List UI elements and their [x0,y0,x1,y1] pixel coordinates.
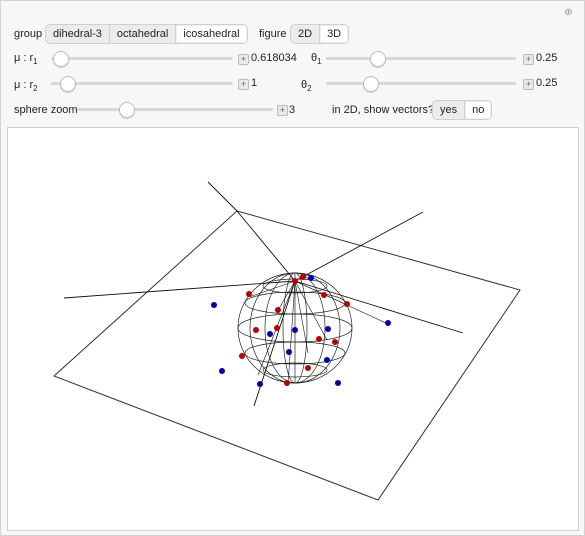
base-plane [53,210,521,501]
mu-r2-slider[interactable] [51,76,233,92]
blue-point [219,368,225,374]
figure-label: figure [259,28,287,40]
sphere-zoom-value: 3 [289,104,296,116]
red-point [274,325,280,331]
mu-r1-slider-thumb[interactable] [53,51,70,67]
mu-r2-label: μ : r2 [14,79,38,94]
manipulate-panel: ⊕ group dihedral-3 octahedral icosahedra… [0,0,585,536]
red-point [239,353,245,359]
show-vectors-selector: yes no [432,100,493,120]
figure-option-3d[interactable]: 3D [320,25,349,43]
figure-selector: 2D 3D [290,24,350,44]
blue-point [324,357,330,363]
mu-r1-label: μ : r1 [14,52,38,67]
red-point [332,339,338,345]
blue-point [211,302,217,308]
red-point [305,365,311,371]
mu-r2-value: 1 [251,77,258,89]
theta1-label: θ1 [311,52,322,67]
group-option-icosahedral[interactable]: icosahedral [176,25,247,43]
group-label: group [14,28,43,40]
theta2-plus-icon[interactable]: + [523,79,534,90]
show-vectors-label: in 2D, show vectors? [332,104,435,116]
sphere-zoom-plus-icon[interactable]: + [277,105,288,116]
theta1-plus-icon[interactable]: + [523,54,534,65]
group-selector: dihedral-3 octahedral icosahedral [45,24,248,44]
mu-r1-plus-icon[interactable]: + [238,54,249,65]
theta2-slider-thumb[interactable] [362,76,379,92]
mu-r2-plus-icon[interactable]: + [238,79,249,90]
sphere-zoom-label: sphere zoom [14,104,78,116]
blue-point [325,326,331,332]
red-point [292,278,298,284]
blue-point [257,381,263,387]
sphere-zoom-slider-thumb[interactable] [119,102,135,118]
blue-point [385,320,391,326]
theta2-value: 0.25 [536,77,558,89]
red-point [321,292,327,298]
reset-icon[interactable]: ⊕ [563,7,574,18]
3d-figure-svg[interactable] [8,128,578,530]
blue-point [292,327,298,333]
theta1-value: 0.25 [536,52,558,64]
red-point [246,291,252,297]
red-point [253,327,259,333]
figure-option-2d[interactable]: 2D [291,25,321,43]
mu-r2-slider-thumb[interactable] [60,76,77,92]
theta1-slider[interactable] [326,51,516,67]
graphics-3d-view[interactable] [7,127,579,531]
red-point [275,307,281,313]
blue-point [308,275,314,281]
show-vectors-option-yes[interactable]: yes [433,101,466,119]
blue-point [335,380,341,386]
axis-lines [63,181,464,407]
mu-r1-slider[interactable] [51,51,233,67]
theta1-slider-thumb[interactable] [370,51,387,67]
red-point [344,301,350,307]
blue-point [267,331,273,337]
blue-point [286,349,292,355]
group-option-octahedral[interactable]: octahedral [110,25,177,43]
mu-r1-value: 0.618034 [251,52,297,64]
red-point [300,274,306,280]
show-vectors-option-no[interactable]: no [465,101,492,119]
red-point [316,336,322,342]
theta2-label: θ2 [301,79,312,94]
group-option-dihedral-3[interactable]: dihedral-3 [46,25,110,43]
red-point [284,380,290,386]
sphere-zoom-slider[interactable] [77,102,273,118]
theta2-slider[interactable] [326,76,516,92]
